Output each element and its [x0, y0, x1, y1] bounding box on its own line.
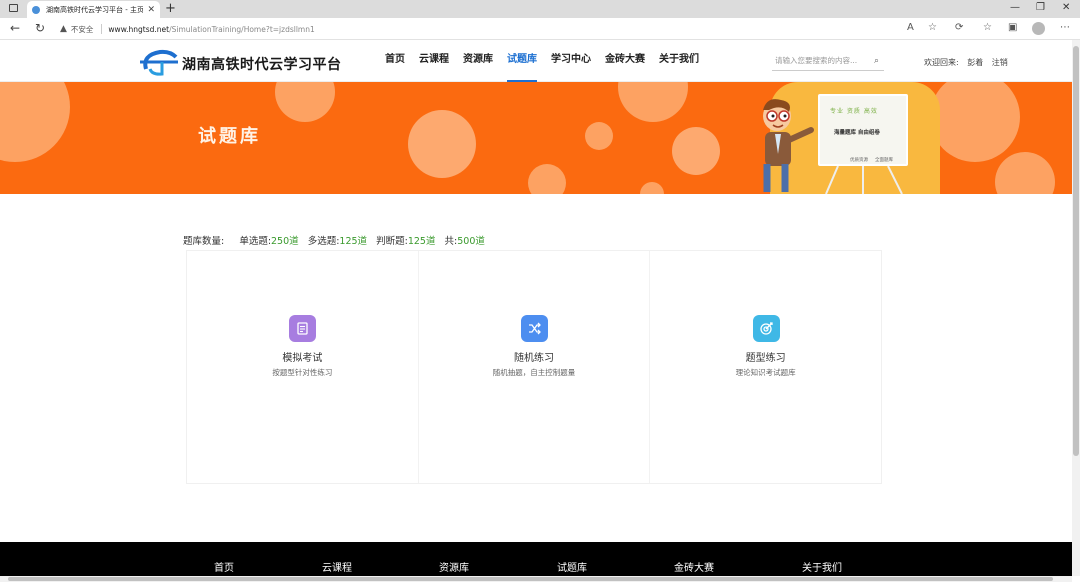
url-host: www.hngtsd.net: [108, 24, 170, 34]
read-aloud-icon[interactable]: A: [907, 22, 914, 33]
target-icon: [752, 315, 780, 342]
question-stats: 题库数量: 单选题:250道 多选题:125道 判断题:125道 共:500道: [183, 233, 485, 247]
insecure-label: 不安全: [70, 24, 94, 34]
nav-item-about[interactable]: 关于我们: [659, 40, 699, 82]
nav-item-resources[interactable]: 资源库: [463, 40, 493, 82]
banner-decoration: [930, 82, 1020, 162]
url-divider: [101, 24, 103, 34]
footer-link-brics-contest[interactable]: 金砖大赛: [674, 559, 714, 574]
judgment-label: 判断题:: [376, 236, 408, 247]
banner-decoration: [618, 82, 688, 122]
refresh-icon[interactable]: ↻: [35, 21, 45, 35]
card-subtitle: 随机抽题，自主控制题量: [492, 368, 576, 377]
banner-decoration: [408, 110, 476, 178]
whiteboard: 专业 资质 高效 海量题库 自由组卷 优质资源 全面题库: [818, 94, 908, 166]
board-slogan: 专业 资质 高效: [830, 108, 878, 115]
board-headline: 海量题库 自由组卷: [834, 130, 880, 136]
card-title: 模拟考试: [282, 353, 323, 364]
tab-close-icon[interactable]: ✕: [147, 5, 155, 15]
search-input[interactable]: 请输入您要搜索的内容... ⌕: [772, 51, 884, 71]
board-note-left: 优质资源: [850, 158, 868, 163]
type-practice-card[interactable]: 题型练习 理论知识考试题库: [650, 251, 881, 483]
nav-item-question-bank[interactable]: 试题库: [507, 40, 537, 82]
document-icon: [289, 315, 317, 342]
site-footer: 首页 云课程 资源库 试题库 金砖大赛 关于我们: [0, 542, 1072, 576]
url-path: /SimulationTraining/Home?t=jzdsllmn1: [169, 24, 315, 34]
shuffle-icon: [521, 315, 548, 342]
mock-exam-card[interactable]: 模拟考试 按题型针对性练习: [187, 251, 419, 483]
footer-link-question-bank[interactable]: 试题库: [557, 559, 587, 574]
new-tab-button[interactable]: +: [165, 1, 176, 17]
practice-mode-cards: 模拟考试 按题型针对性练习 随机练习 随机抽题，自主控制题量 题型练习 理论知识…: [186, 250, 882, 484]
banner-decoration: [995, 152, 1055, 194]
warning-icon: ▲: [60, 24, 67, 34]
board-note-right: 全面题库: [875, 158, 893, 163]
site-header: 湖南高铁时代云学习平台 首页 云课程 资源库 试题库 学习中心 金砖大赛 关于我…: [0, 40, 1072, 82]
tab-actions-icon[interactable]: [9, 4, 18, 12]
banner-decoration: [672, 127, 720, 175]
total-label: 共:: [444, 236, 458, 247]
logo-mark-icon: [140, 49, 178, 76]
banner-decoration: [275, 82, 335, 122]
whiteboard-illustration: 专业 资质 高效 海量题库 自由组卷 优质资源 全面题库: [808, 90, 920, 194]
url-field[interactable]: ▲ 不安全 www.hngtsd.net /SimulationTraining…: [60, 21, 900, 37]
single-choice-count: 250道: [271, 236, 299, 247]
banner-decoration: [0, 82, 70, 162]
horizontal-scrollbar[interactable]: [0, 576, 1072, 582]
site-favicon-icon: [32, 5, 40, 14]
user-welcome: 欢迎回来: 彭着 注销: [924, 57, 1014, 68]
nav-item-cloud-course[interactable]: 云课程: [419, 40, 449, 82]
footer-link-home[interactable]: 首页: [214, 559, 234, 574]
restore-icon[interactable]: ❐: [1036, 2, 1045, 13]
main-nav: 首页 云课程 资源库 试题库 学习中心 金砖大赛 关于我们: [378, 40, 706, 82]
card-subtitle: 理论知识考试题库: [735, 368, 796, 377]
favorite-add-icon[interactable]: ☆: [928, 22, 937, 33]
page-title: 试题库: [198, 126, 261, 147]
browser-tab-bar: 湖南高铁时代云学习平台 - 主页 ✕ + — ❐ ✕: [0, 0, 1080, 18]
close-window-icon[interactable]: ✕: [1062, 2, 1070, 13]
multi-choice-label: 多选题:: [307, 236, 340, 247]
footer-link-about[interactable]: 关于我们: [802, 559, 842, 574]
random-practice-card[interactable]: 随机练习 随机抽题，自主控制题量: [419, 251, 651, 483]
more-menu-icon[interactable]: ⋯: [1060, 22, 1070, 33]
user-name[interactable]: 彭着: [967, 58, 983, 67]
back-icon[interactable]: ←: [10, 21, 20, 35]
banner-decoration: [585, 122, 613, 150]
footer-link-cloud-course[interactable]: 云课程: [322, 559, 352, 574]
card-subtitle: 按题型针对性练习: [272, 368, 333, 377]
nav-item-home[interactable]: 首页: [385, 40, 405, 82]
logo-text: 湖南高铁时代云学习平台: [182, 57, 342, 73]
banner-decoration: [528, 164, 566, 194]
site-logo[interactable]: 湖南高铁时代云学习平台: [140, 47, 345, 77]
search-icon[interactable]: ⌕: [874, 51, 879, 71]
vertical-scrollbar[interactable]: [1072, 40, 1080, 576]
teacher-illustration: [763, 99, 814, 192]
nav-item-learning-center[interactable]: 学习中心: [551, 40, 591, 82]
page-banner: 试题库 专业 资质 高效 海量题库 自由组卷 优质资源 全面题库: [0, 82, 1072, 194]
card-title: 随机练习: [514, 353, 554, 364]
logout-link[interactable]: 注销: [992, 58, 1008, 67]
total-count: 500道: [457, 236, 485, 247]
browser-tab[interactable]: 湖南高铁时代云学习平台 - 主页 ✕: [27, 1, 160, 18]
tab-title: 湖南高铁时代云学习平台 - 主页: [46, 5, 144, 14]
footer-link-resources[interactable]: 资源库: [439, 559, 469, 574]
nav-item-brics-contest[interactable]: 金砖大赛: [605, 40, 645, 82]
scrollbar-thumb[interactable]: [1073, 46, 1079, 456]
scrollbar-thumb[interactable]: [8, 577, 1053, 581]
judgment-count: 125道: [407, 236, 436, 247]
search-placeholder: 请输入您要搜索的内容...: [775, 56, 858, 65]
card-title: 题型练习: [745, 353, 786, 364]
minimize-icon[interactable]: —: [1010, 2, 1020, 13]
single-choice-label: 单选题:: [239, 236, 272, 247]
favorites-icon[interactable]: ☆: [983, 22, 992, 33]
multi-choice-count: 125道: [339, 236, 368, 247]
collections-icon[interactable]: ▣: [1008, 22, 1017, 33]
extensions-icon[interactable]: ⟳: [955, 22, 963, 33]
welcome-label: 欢迎回来:: [924, 58, 959, 67]
address-bar: ← ↻ ▲ 不安全 www.hngtsd.net /SimulationTrai…: [0, 18, 1080, 40]
profile-avatar[interactable]: [1032, 22, 1045, 35]
banner-decoration: [640, 182, 664, 194]
stats-label: 题库数量:: [183, 236, 225, 247]
